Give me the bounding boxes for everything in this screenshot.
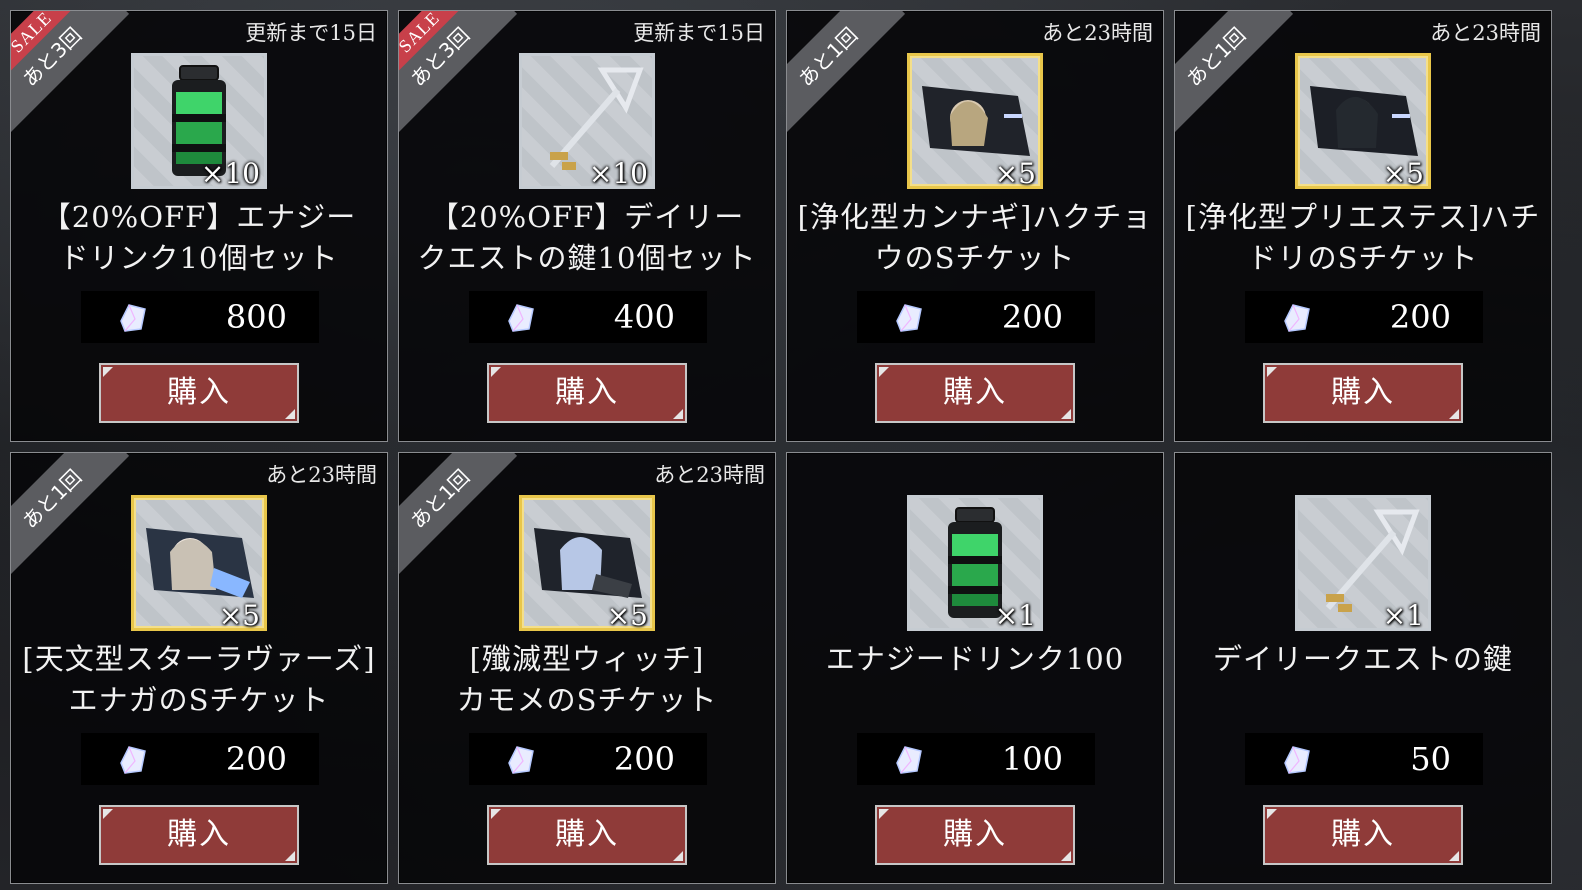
quantity-label: ×10 <box>588 157 648 190</box>
shop-item-card[interactable]: あと1回 あと23時間 ×5 [殲滅型ウィッチ] カモメのSチケット 200 購… <box>398 452 776 884</box>
key-icon: ×1 <box>1295 495 1431 632</box>
item-name: 【20%OFF】エナジー ドリンク10個セット <box>41 200 357 275</box>
quantity-label: ×1 <box>1382 599 1424 632</box>
buy-button[interactable]: 購入 <box>1263 363 1463 423</box>
price-value: 800 <box>225 298 287 336</box>
shop-item-card[interactable]: ×1 エナジードリンク100 100 購入 <box>786 452 1164 884</box>
price-box: 200 <box>1245 291 1483 343</box>
timer-label: あと23時間 <box>1042 21 1153 45</box>
price-value: 50 <box>1410 740 1451 778</box>
purchase-limit-ribbon: あと1回 <box>399 453 518 577</box>
item-name: エナジードリンク100 <box>825 642 1125 676</box>
price-box: 50 <box>1245 733 1483 785</box>
timer-label: 更新まで15日 <box>245 21 377 45</box>
purchase-limit-ribbon: あと1回 <box>11 453 130 577</box>
timer-label: 更新まで15日 <box>633 21 765 45</box>
shop-item-card[interactable]: あと3回 SALE 更新まで15日 ×10 【20%OFF】デイリー クエストの… <box>398 10 776 442</box>
buy-button[interactable]: 購入 <box>487 363 687 423</box>
price-box: 100 <box>857 733 1095 785</box>
buy-button[interactable]: 購入 <box>875 805 1075 865</box>
gem-icon <box>120 304 146 332</box>
item-name: 【20%OFF】デイリー クエストの鍵10個セット <box>417 200 757 275</box>
price-box: 800 <box>81 291 319 343</box>
price-value: 400 <box>613 298 675 336</box>
gem-icon <box>896 746 922 774</box>
gem-icon <box>1284 304 1310 332</box>
buy-button[interactable]: 購入 <box>875 363 1075 423</box>
shop-item-card[interactable]: あと1回 あと23時間 ×5 [浄化型カンナギ]ハクチョ ウのSチケット 200… <box>786 10 1164 442</box>
item-name: [浄化型カンナギ]ハクチョ ウのSチケット <box>797 200 1153 275</box>
purchase-limit-ribbon: あと1回 <box>787 11 906 135</box>
quantity-label: ×5 <box>606 599 648 632</box>
item-name: [殲滅型ウィッチ] カモメのSチケット <box>456 642 718 717</box>
price-box: 200 <box>81 733 319 785</box>
price-value: 200 <box>225 740 287 778</box>
quantity-label: ×10 <box>200 157 260 190</box>
ticket-icon: ×5 <box>1295 53 1431 190</box>
ticket-icon: ×5 <box>519 495 655 632</box>
price-value: 200 <box>1389 298 1451 336</box>
shop-item-card[interactable]: あと1回 あと23時間 ×5 [天文型スターラヴァーズ] エナガのSチケット 2… <box>10 452 388 884</box>
shop-item-card[interactable]: あと3回 SALE 更新まで15日 ×10 【20%OFF】エナジー ドリンク1… <box>10 10 388 442</box>
buy-button[interactable]: 購入 <box>99 363 299 423</box>
buy-button[interactable]: 購入 <box>99 805 299 865</box>
gem-icon <box>1284 746 1310 774</box>
gem-icon <box>508 746 534 774</box>
shop-grid: あと3回 SALE 更新まで15日 ×10 【20%OFF】エナジー ドリンク1… <box>10 0 1572 890</box>
price-box: 400 <box>469 291 707 343</box>
quantity-label: ×5 <box>994 157 1036 190</box>
item-name: デイリークエストの鍵 <box>1212 642 1513 676</box>
shop-item-card[interactable]: あと1回 あと23時間 ×5 [浄化型プリエステス]ハチ ドリのSチケット 20… <box>1174 10 1552 442</box>
purchase-limit-ribbon: あと1回 <box>1175 11 1294 135</box>
item-name: [天文型スターラヴァーズ] エナガのSチケット <box>22 642 376 717</box>
timer-label: あと23時間 <box>266 463 377 487</box>
ticket-icon: ×5 <box>907 53 1043 190</box>
price-box: 200 <box>857 291 1095 343</box>
energy-drink-icon: ×1 <box>907 495 1043 632</box>
quantity-label: ×5 <box>1382 157 1424 190</box>
buy-button[interactable]: 購入 <box>487 805 687 865</box>
price-value: 100 <box>1001 740 1063 778</box>
price-value: 200 <box>1001 298 1063 336</box>
quantity-label: ×5 <box>218 599 260 632</box>
price-box: 200 <box>469 733 707 785</box>
quantity-label: ×1 <box>994 599 1036 632</box>
price-value: 200 <box>613 740 675 778</box>
timer-label: あと23時間 <box>654 463 765 487</box>
ticket-icon: ×5 <box>131 495 267 632</box>
shop-item-card[interactable]: ×1 デイリークエストの鍵 50 購入 <box>1174 452 1552 884</box>
gem-icon <box>120 746 146 774</box>
timer-label: あと23時間 <box>1430 21 1541 45</box>
gem-icon <box>896 304 922 332</box>
buy-button[interactable]: 購入 <box>1263 805 1463 865</box>
gem-icon <box>508 304 534 332</box>
item-name: [浄化型プリエステス]ハチ ドリのSチケット <box>1185 200 1541 275</box>
key-icon: ×10 <box>519 53 655 190</box>
energy-drink-icon: ×10 <box>131 53 267 190</box>
